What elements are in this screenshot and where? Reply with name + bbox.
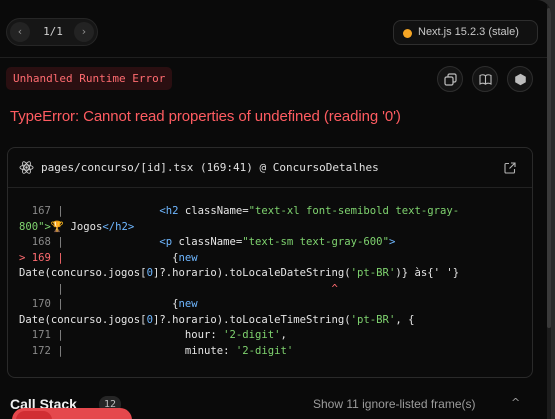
code-line: > 169 | {new — [19, 251, 459, 267]
source-file-path: pages/concurso/[id].tsx (169:41) @ Concu… — [41, 161, 379, 174]
error-overlay-dialog: ‹ 1/1 › Next.js 15.2.3 (stale) Unhandled… — [0, 0, 551, 419]
react-icon — [19, 161, 34, 174]
code-token: className= — [178, 236, 243, 248]
code-token: hour: — [63, 329, 224, 341]
line-number: 170 | — [19, 298, 64, 310]
code-token: "text-sm text-gray-600" — [242, 236, 389, 248]
node-inspector-button[interactable] — [507, 66, 533, 92]
nextjs-version-badge[interactable]: Next.js 15.2.3 (stale) — [393, 20, 538, 45]
chevron-up-icon[interactable]: ^ — [511, 396, 520, 409]
code-token: ]?.horario).toLocaleDateString( — [152, 267, 351, 279]
issues-indicator-pill[interactable] — [12, 408, 132, 419]
copy-error-button[interactable] — [437, 66, 463, 92]
code-token: minute: — [63, 344, 236, 357]
show-ignored-frames-toggle[interactable]: Show 11 ignore-listed frame(s) — [313, 397, 476, 411]
code-token: )} às{' '} — [395, 267, 460, 279]
code-snippet: 167 | <h2 className="text-xl font-semibo… — [19, 204, 459, 359]
code-token: Date(concurso.jogos[ — [19, 267, 147, 279]
copy-icon — [444, 73, 457, 86]
code-line: | ^ — [19, 282, 459, 298]
code-token: ^ — [63, 282, 338, 295]
code-token: '2-digit' — [235, 344, 294, 357]
code-line: Date(concurso.jogos[0]?.horario).toLocal… — [19, 266, 459, 282]
code-token: </h2> — [102, 220, 135, 233]
code-token: 🏆 Jogos — [50, 220, 103, 233]
line-number: 172 | — [19, 344, 64, 357]
code-line: Date(concurso.jogos[0]?.horario).toLocal… — [19, 313, 459, 329]
code-token: ]?.horario).toLocaleTimeString( — [152, 313, 351, 326]
code-token: <h2 — [159, 205, 185, 217]
code-line: 170 | {new — [19, 297, 459, 313]
code-token: > — [388, 236, 396, 248]
stale-status-dot-icon — [403, 29, 412, 38]
code-line: 800">🏆 Jogos</h2> — [19, 220, 459, 236]
chevron-left-icon: ‹ — [17, 25, 23, 38]
previous-error-button[interactable]: ‹ — [10, 22, 30, 42]
code-token: { — [63, 251, 179, 264]
code-line: 167 | <h2 className="text-xl font-semibo… — [19, 204, 459, 220]
chevron-right-icon: › — [81, 25, 87, 38]
code-token: "text-xl font-semibold text-gray- — [248, 205, 460, 217]
code-token: 800"> — [19, 220, 51, 233]
scrollbar-track[interactable] — [547, 0, 551, 419]
code-token: 'pt-BR' — [350, 267, 396, 279]
overlay-top-bar: ‹ 1/1 › Next.js 15.2.3 (stale) — [0, 0, 551, 58]
code-token: , { — [395, 313, 415, 326]
error-type-badge: Unhandled Runtime Error — [6, 67, 173, 90]
code-token: { — [63, 298, 179, 310]
next-error-button[interactable]: › — [74, 22, 94, 42]
code-token: <p — [159, 236, 179, 248]
error-page-count: 1/1 — [43, 25, 63, 38]
error-pagination: ‹ 1/1 › — [6, 18, 98, 46]
version-label: Next.js 15.2.3 (stale) — [418, 26, 519, 38]
code-line: 171 | hour: '2-digit', — [19, 328, 459, 344]
code-token: className= — [184, 205, 249, 217]
code-line: 172 | minute: '2-digit' — [19, 344, 459, 360]
line-number: > 169 | — [19, 251, 64, 264]
code-token: , — [280, 329, 287, 341]
open-in-editor-icon[interactable] — [504, 162, 516, 174]
code-token: new — [178, 251, 198, 264]
code-token: 'pt-BR' — [350, 313, 396, 326]
line-number: 171 | — [19, 329, 64, 341]
code-token: Date(concurso.jogos[ — [19, 313, 147, 326]
scrollbar-thumb[interactable] — [547, 8, 551, 328]
open-docs-button[interactable] — [472, 66, 498, 92]
error-message: TypeError: Cannot read properties of und… — [10, 108, 401, 125]
code-frame-header: pages/concurso/[id].tsx (169:41) @ Concu… — [8, 148, 532, 188]
line-number: 167 | — [19, 205, 64, 217]
code-line: 168 | <p className="text-sm text-gray-60… — [19, 235, 459, 251]
code-frame: pages/concurso/[id].tsx (169:41) @ Concu… — [7, 147, 533, 378]
nodejs-icon — [515, 73, 526, 86]
code-token: new — [178, 298, 198, 310]
code-token: '2-digit' — [223, 329, 281, 341]
book-icon — [479, 74, 492, 85]
line-number: 168 | — [19, 236, 64, 248]
line-number: | — [19, 282, 64, 295]
